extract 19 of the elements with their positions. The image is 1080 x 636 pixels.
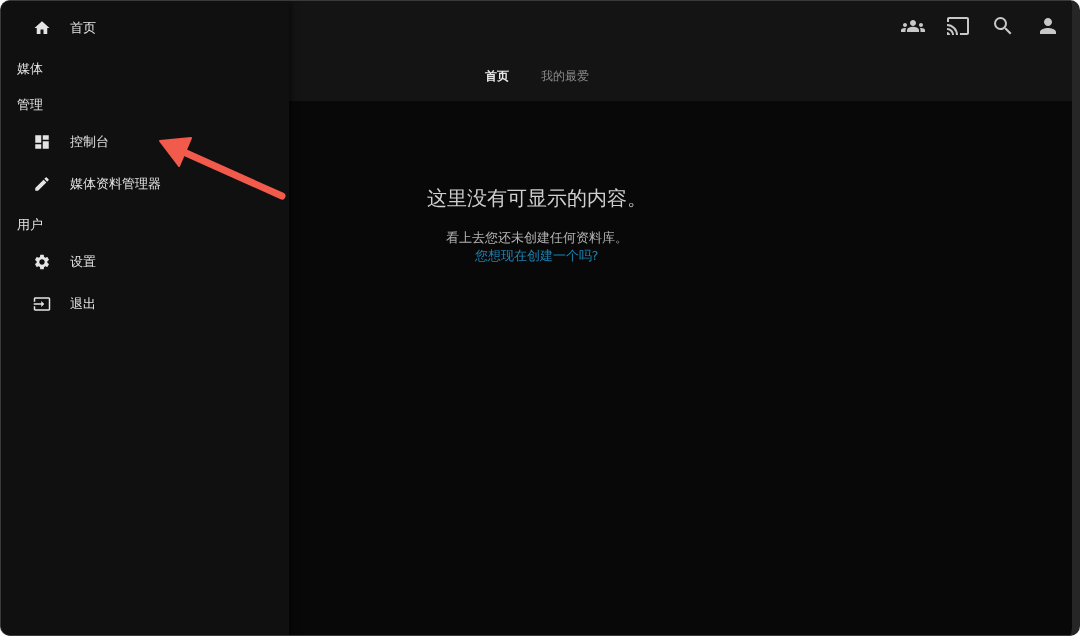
section-heading: 媒体 (16, 60, 44, 78)
settings-icon (33, 253, 51, 271)
tab[interactable]: 首页 (484, 65, 509, 87)
create-library-link[interactable]: 您想现在创建一个吗? (474, 247, 599, 265)
empty-message: 看上去您还未创建任何资料库。 (445, 229, 628, 247)
sidebar-item[interactable]: 退出 (1, 283, 289, 325)
section-heading: 用户 (16, 216, 44, 234)
sidebar-item[interactable]: 设置 (1, 241, 289, 283)
home-icon (33, 19, 51, 37)
sidebar-item[interactable]: 首页 (1, 7, 289, 49)
sidebar-item[interactable]: 控制台 (1, 121, 289, 163)
sidebar-item[interactable]: 媒体资料管理器 (1, 163, 289, 205)
dashboard-icon (33, 133, 51, 151)
tab[interactable]: 我的最爱 (540, 65, 589, 87)
cast-icon[interactable] (946, 14, 970, 38)
sign-out-icon (33, 295, 51, 313)
empty-title: 这里没有可显示的内容。 (426, 186, 647, 210)
section-heading: 管理 (16, 96, 44, 114)
pencil-icon (33, 175, 51, 193)
